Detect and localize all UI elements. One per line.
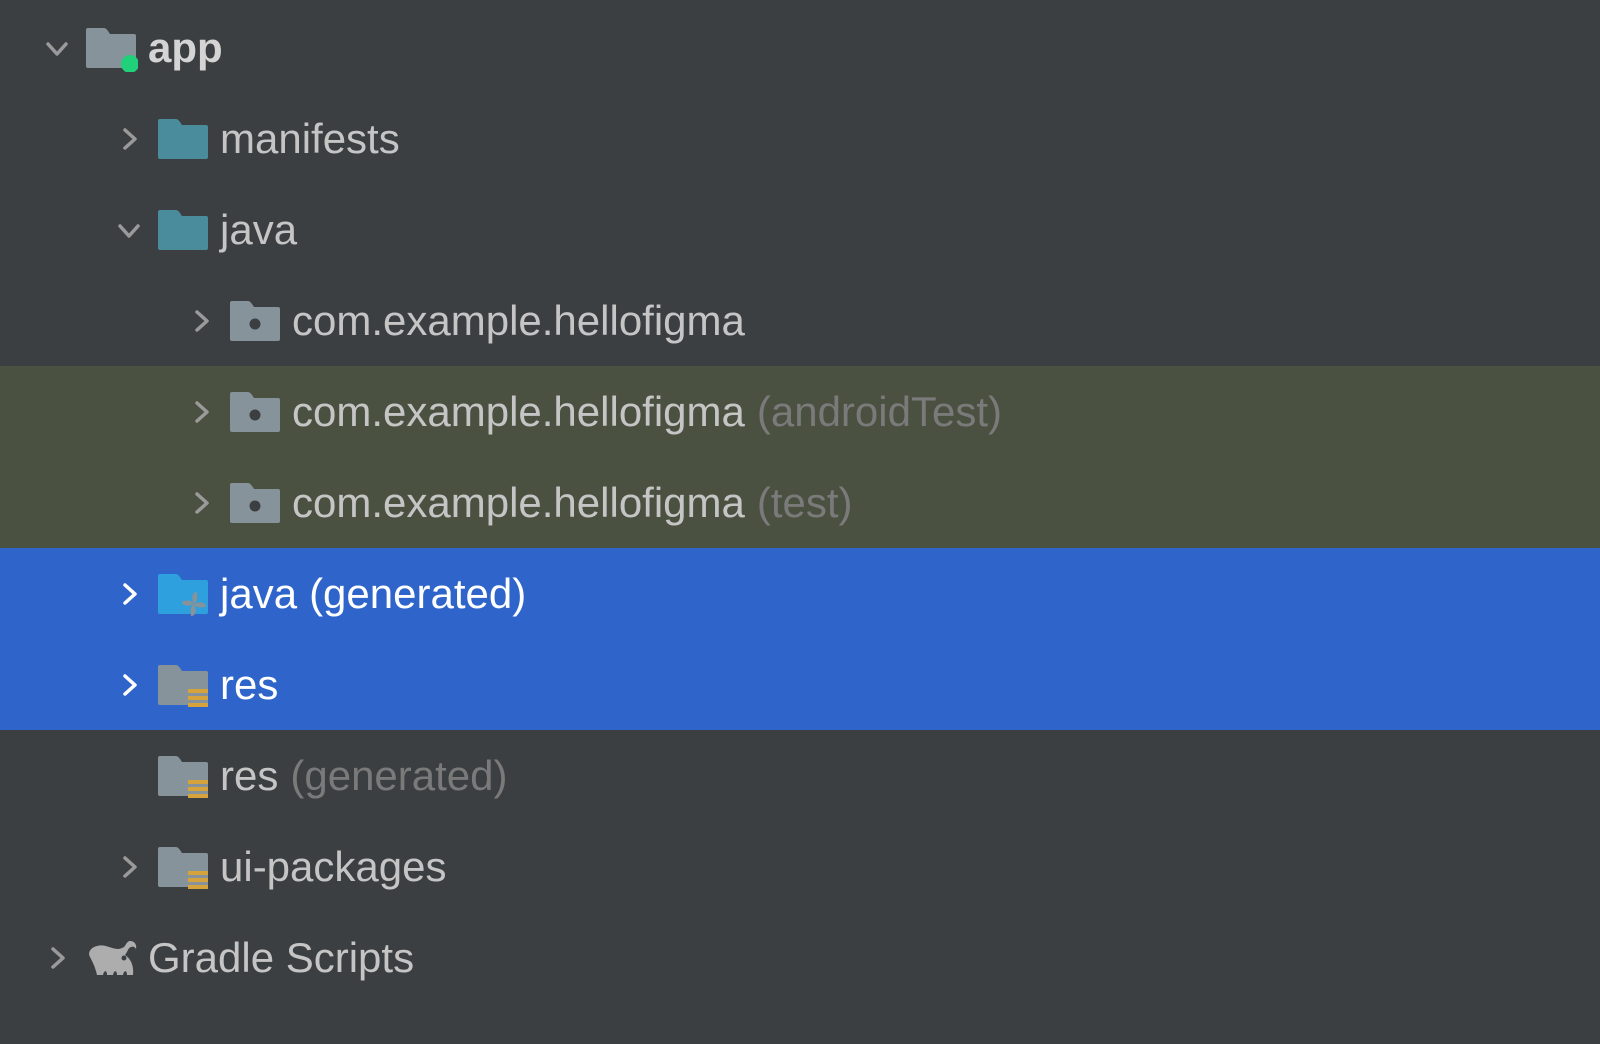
tree-item-manifests[interactable]: manifests: [0, 93, 1600, 184]
folder-icon: [156, 206, 210, 254]
tree-item-suffix: (androidTest): [757, 388, 1002, 436]
project-tree[interactable]: app manifests java com.example.hellofigm…: [0, 2, 1600, 1003]
chevron-down-icon[interactable]: [102, 217, 156, 243]
resources-folder-icon: [156, 843, 210, 891]
tree-item-label: res: [220, 661, 278, 709]
package-folder-icon: [228, 479, 282, 527]
tree-item-label: java: [220, 206, 297, 254]
tree-item-label: Gradle Scripts: [148, 934, 414, 982]
tree-item-app[interactable]: app: [0, 2, 1600, 93]
tree-item-java-generated[interactable]: java (generated): [0, 548, 1600, 639]
tree-item-label: app: [148, 24, 223, 72]
package-folder-icon: [228, 388, 282, 436]
folder-icon: [156, 115, 210, 163]
generated-folder-icon: [156, 570, 210, 618]
tree-item-java[interactable]: java: [0, 184, 1600, 275]
chevron-right-icon[interactable]: [102, 854, 156, 880]
tree-item-suffix: (test): [757, 479, 853, 527]
tree-item-label: com.example.hellofigma: [292, 297, 745, 345]
chevron-right-icon[interactable]: [174, 490, 228, 516]
tree-item-package-main[interactable]: com.example.hellofigma: [0, 275, 1600, 366]
tree-item-res-generated[interactable]: res (generated): [0, 730, 1600, 821]
tree-item-suffix: (generated): [309, 570, 526, 618]
tree-item-label: res: [220, 752, 278, 800]
chevron-down-icon[interactable]: [30, 35, 84, 61]
chevron-right-icon[interactable]: [174, 399, 228, 425]
tree-item-gradle-scripts[interactable]: Gradle Scripts: [0, 912, 1600, 1003]
tree-item-suffix: (generated): [290, 752, 507, 800]
chevron-right-icon[interactable]: [174, 308, 228, 334]
tree-item-package-androidtest[interactable]: com.example.hellofigma (androidTest): [0, 366, 1600, 457]
package-folder-icon: [228, 297, 282, 345]
tree-item-package-test[interactable]: com.example.hellofigma (test): [0, 457, 1600, 548]
tree-item-res[interactable]: res: [0, 639, 1600, 730]
chevron-right-icon[interactable]: [102, 672, 156, 698]
chevron-right-icon[interactable]: [102, 581, 156, 607]
module-folder-icon: [84, 24, 138, 72]
tree-item-label: com.example.hellofigma: [292, 388, 745, 436]
tree-item-ui-packages[interactable]: ui-packages: [0, 821, 1600, 912]
gradle-icon: [84, 934, 138, 982]
chevron-right-icon[interactable]: [30, 945, 84, 971]
chevron-right-icon[interactable]: [102, 126, 156, 152]
tree-item-label: ui-packages: [220, 843, 446, 891]
tree-item-label: java: [220, 570, 297, 618]
resources-folder-icon: [156, 661, 210, 709]
tree-item-label: com.example.hellofigma: [292, 479, 745, 527]
tree-item-label: manifests: [220, 115, 400, 163]
resources-folder-icon: [156, 752, 210, 800]
